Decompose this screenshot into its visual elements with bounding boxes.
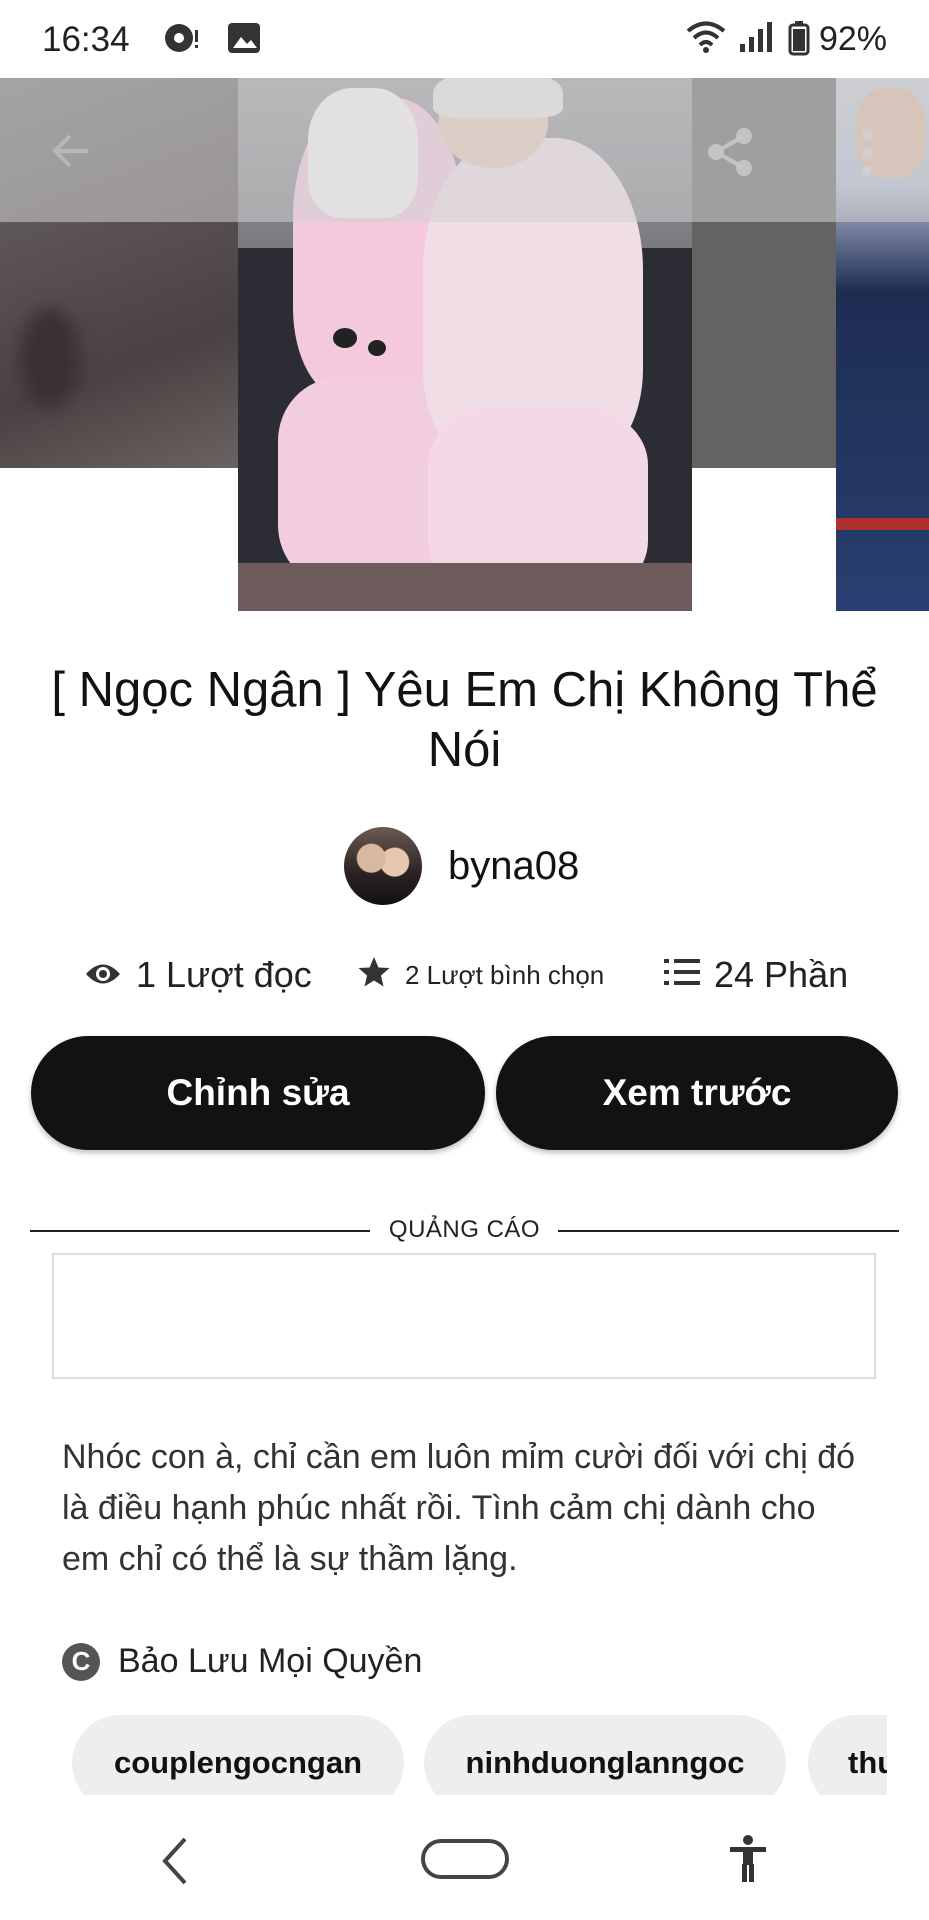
nav-home-icon[interactable] bbox=[420, 1838, 510, 1885]
image-notification-icon bbox=[226, 20, 262, 61]
more-vert-icon[interactable] bbox=[860, 128, 874, 183]
battery-level: 92% bbox=[818, 20, 887, 58]
cover-toolbar-overlay bbox=[0, 78, 929, 222]
media-notification-icon bbox=[162, 20, 202, 61]
author-name[interactable]: byna08 bbox=[448, 844, 579, 889]
back-arrow-icon[interactable] bbox=[48, 128, 94, 179]
author-avatar[interactable] bbox=[344, 827, 422, 905]
reads-count: 1 Lượt đọc bbox=[136, 954, 312, 995]
ad-label: QUẢNG CÁO bbox=[388, 1216, 541, 1243]
tag-chip[interactable]: thu bbox=[808, 1715, 887, 1795]
system-nav-bar bbox=[0, 1800, 929, 1920]
star-icon bbox=[357, 955, 405, 996]
signal-icon bbox=[738, 20, 774, 59]
tags-row[interactable]: couplengocngan ninhduonglanngoc thu bbox=[72, 1715, 887, 1795]
eye-icon bbox=[84, 954, 136, 996]
ad-slot[interactable] bbox=[52, 1253, 876, 1379]
story-stats: 1 Lượt đọc 2 Lượt bình chọn 24 Phần bbox=[0, 950, 929, 1000]
cover-carousel[interactable] bbox=[0, 78, 929, 611]
author-row[interactable]: byna08 bbox=[344, 826, 579, 906]
votes-stat: 2 Lượt bình chọn bbox=[357, 950, 604, 1000]
copyright-text: Bảo Lưu Mọi Quyền bbox=[118, 1642, 423, 1680]
story-description: Nhóc con à, chỉ cần em luôn mỉm cười đối… bbox=[62, 1438, 856, 1578]
preview-button[interactable]: Xem trước bbox=[496, 1036, 898, 1150]
share-icon[interactable] bbox=[702, 124, 758, 185]
story-title: [ Ngọc Ngân ] Yêu Em Chị Không Thể Nói bbox=[51, 663, 878, 777]
copyright-row: C Bảo Lưu Mọi Quyền bbox=[62, 1642, 422, 1681]
votes-count: 2 Lượt bình chọn bbox=[405, 959, 605, 990]
reads-stat: 1 Lượt đọc bbox=[84, 950, 312, 1000]
tag-chip[interactable]: couplengocngan bbox=[72, 1715, 404, 1795]
ad-divider: QUẢNG CÁO bbox=[30, 1213, 899, 1247]
edit-button[interactable]: Chỉnh sửa bbox=[31, 1036, 485, 1150]
copyright-icon: C bbox=[62, 1642, 100, 1681]
nav-back-icon[interactable] bbox=[160, 1836, 190, 1891]
battery-icon bbox=[788, 20, 810, 61]
parts-stat: 24 Phần bbox=[664, 950, 848, 1000]
accessibility-icon[interactable] bbox=[728, 1834, 768, 1889]
list-icon bbox=[664, 954, 714, 996]
status-time: 16:34 bbox=[42, 20, 130, 59]
tag-chip[interactable]: ninhduonglanngoc bbox=[424, 1715, 786, 1795]
parts-count: 24 Phần bbox=[714, 954, 849, 995]
wifi-icon bbox=[686, 20, 726, 59]
status-bar: 16:34 92% bbox=[0, 0, 929, 78]
